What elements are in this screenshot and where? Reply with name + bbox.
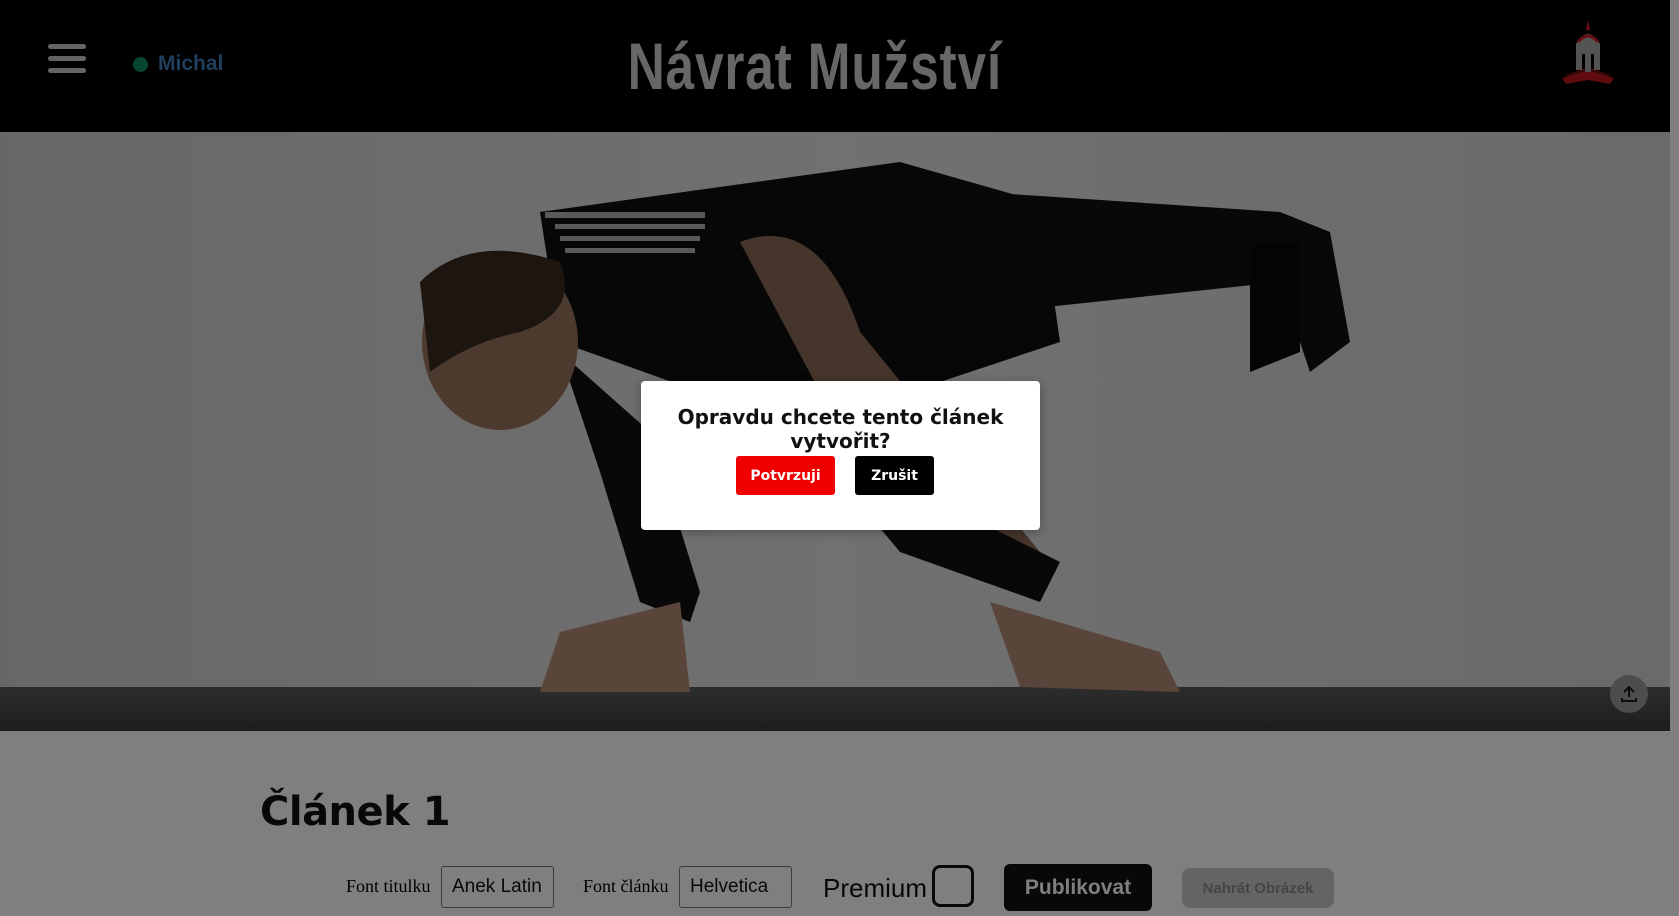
confirm-button[interactable]: Potvrzuji <box>736 456 835 495</box>
cancel-button[interactable]: Zrušit <box>855 456 934 495</box>
confirm-dialog: Opravdu chcete tento článek vytvořit? Po… <box>641 381 1040 530</box>
confirm-question: Opravdu chcete tento článek vytvořit? <box>677 405 1004 453</box>
